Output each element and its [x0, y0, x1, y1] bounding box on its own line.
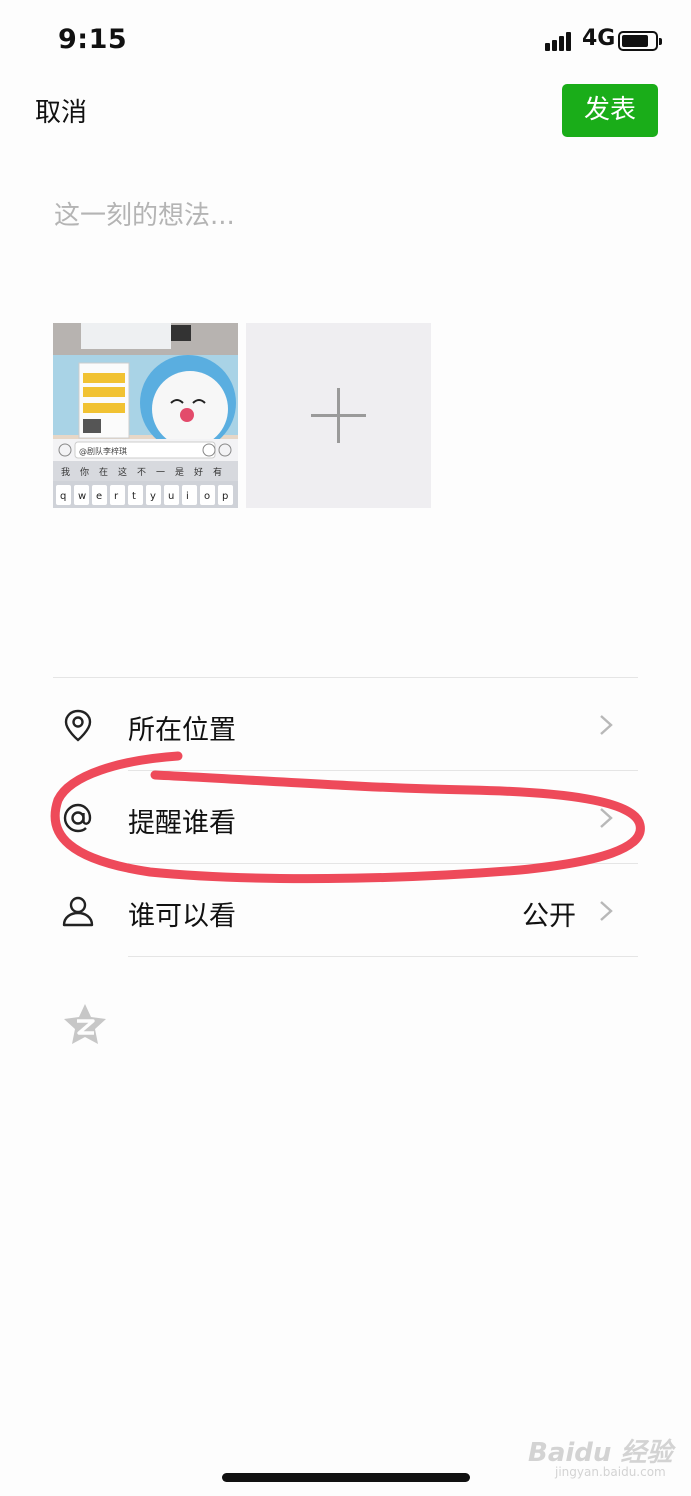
- network-type: 4G: [582, 26, 616, 51]
- remind-row[interactable]: 提醒谁看: [53, 771, 638, 864]
- thumbnail-key-label: e: [96, 491, 102, 502]
- thumbnail-key-label: w: [78, 491, 86, 502]
- status-time: 9:15: [58, 24, 128, 55]
- thumbnail-key-label: t: [132, 491, 136, 502]
- publish-button[interactable]: 发表: [562, 84, 658, 137]
- list-bottom-divider: [128, 956, 638, 957]
- battery-icon: [618, 31, 662, 51]
- home-indicator[interactable]: [222, 1473, 470, 1482]
- thumbnail-suggestion: 是: [175, 467, 184, 478]
- thumbnail-suggestion: 我: [61, 467, 70, 478]
- thumbnail-key-label: q: [60, 491, 66, 502]
- qzone-star-icon[interactable]: [63, 1003, 107, 1045]
- at-sign-icon: [63, 803, 92, 833]
- photo-thumbnail-image: @剧队李梓琪 我你在这不一是好有 qwertyuiop: [53, 323, 238, 508]
- thumbnail-suggestion: 好: [194, 466, 203, 478]
- post-text-input[interactable]: 这一刻的想法...: [54, 195, 235, 232]
- thumbnail-suggestion: 这: [118, 466, 127, 478]
- baidu-watermark: Baidu 经验: [528, 1438, 673, 1468]
- thumbnail-key-label: o: [204, 491, 210, 502]
- photo-thumbnail[interactable]: @剧队李梓琪 我你在这不一是好有 qwertyuiop: [53, 323, 238, 508]
- status-bar: 9:15 4G: [0, 0, 691, 80]
- visibility-row[interactable]: 谁可以看 公开: [53, 864, 638, 957]
- thumbnail-suggestion: 在: [99, 466, 108, 478]
- thumbnail-suggestion: 一: [156, 468, 165, 478]
- chevron-right-icon: [600, 715, 613, 735]
- thumbnail-key-label: i: [186, 491, 189, 502]
- location-pin-icon: [64, 709, 92, 742]
- thumbnail-key-label: u: [168, 491, 174, 502]
- baidu-watermark-url: jingyan.baidu.com: [555, 1465, 666, 1479]
- signal-icon: [545, 31, 575, 51]
- thumbnail-key-label: p: [222, 491, 228, 502]
- thumbnail-input-text: @剧队李梓琪: [79, 446, 127, 456]
- location-row[interactable]: 所在位置: [53, 678, 638, 771]
- remind-label: 提醒谁看: [128, 808, 236, 839]
- add-photo-button[interactable]: [246, 323, 431, 508]
- thumbnail-suggestion: 不: [137, 467, 146, 478]
- thumbnail-key-label: y: [150, 491, 156, 502]
- cancel-button[interactable]: 取消: [35, 92, 87, 129]
- thumbnail-key: [182, 485, 197, 505]
- visibility-value: 公开: [522, 901, 576, 932]
- thumbnail-suggestion: 你: [80, 466, 89, 478]
- person-icon: [62, 896, 94, 927]
- visibility-label: 谁可以看: [128, 901, 236, 932]
- chevron-right-icon: [600, 901, 613, 921]
- moments-compose-screen: 9:15 4G 取消 发表 这一刻的想法... @剧队李梓琪 我 你 在 这 不…: [0, 0, 691, 1496]
- thumbnail-suggestion: 有: [213, 466, 222, 478]
- chevron-right-icon: [600, 808, 613, 828]
- location-label: 所在位置: [128, 715, 236, 746]
